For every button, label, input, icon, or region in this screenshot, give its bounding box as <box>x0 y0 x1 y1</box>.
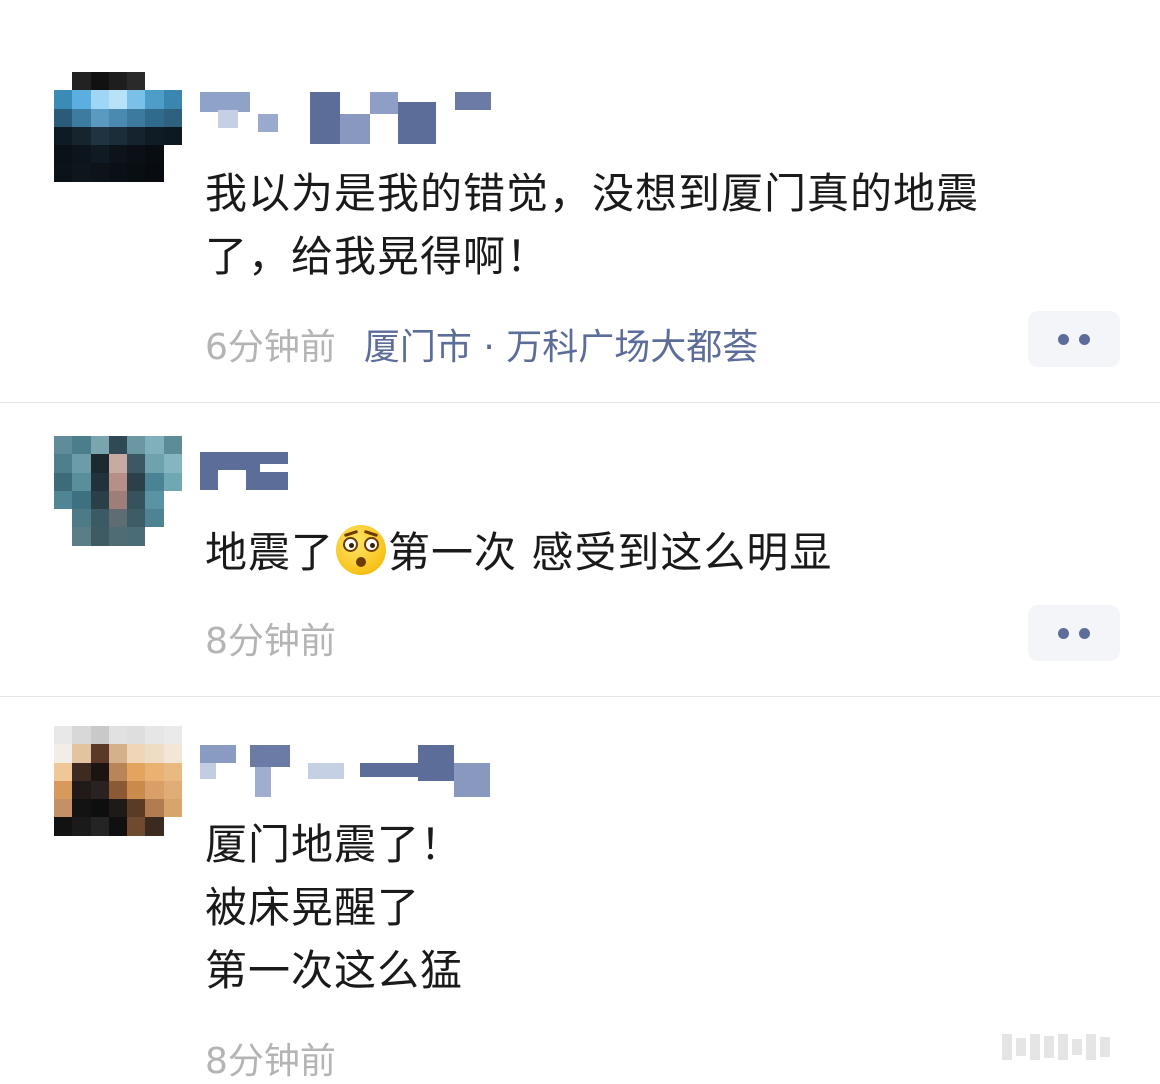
more-dots-icon <box>1079 334 1090 345</box>
more-dots-icon <box>1079 628 1090 639</box>
more-options-button[interactable] <box>1028 311 1120 367</box>
username-redacted[interactable] <box>200 92 500 144</box>
comment-meta: 8分钟前 <box>205 1032 336 1084</box>
comment-text-line: 厦门地震了！ <box>205 820 464 869</box>
comment-meta: 6分钟前 厦门市 · 万科广场大都荟 <box>205 318 758 370</box>
comment-text-line: 了，给我晃得啊！ <box>205 232 550 281</box>
comment-text-segment: 地震了 <box>205 528 335 577</box>
comment-feed: 我以为是我的错觉，没想到厦门真的地震 了，给我晃得啊！ 6分钟前 厦门市 · 万科… <box>0 0 1160 1082</box>
timestamp: 8分钟前 <box>205 1041 336 1082</box>
avatar[interactable] <box>54 726 182 854</box>
comment-meta: 8分钟前 <box>205 612 336 664</box>
username-redacted[interactable] <box>200 452 500 504</box>
comment-text: 地震了 第一次 感受到这么明显 <box>205 521 1090 584</box>
comment-text-line: 第一次这么猛 <box>205 946 464 995</box>
username-redacted[interactable] <box>200 745 500 797</box>
more-dots-icon <box>1058 628 1069 639</box>
avatar[interactable] <box>54 436 182 564</box>
more-dots-icon <box>1058 334 1069 345</box>
timestamp: 8分钟前 <box>205 621 336 662</box>
more-options-button[interactable] <box>1028 605 1120 661</box>
divider <box>0 696 1160 697</box>
comment-text-segment: 第一次 感受到这么明显 <box>388 528 833 577</box>
comment-text: 我以为是我的错觉，没想到厦门真的地震 了，给我晃得啊！ <box>205 162 1090 288</box>
divider <box>0 402 1160 403</box>
location-link[interactable]: 厦门市 · 万科广场大都荟 <box>364 327 758 368</box>
comment-text-line: 我以为是我的错觉，没想到厦门真的地震 <box>205 169 980 218</box>
comment-text-line: 地震了 第一次 感受到这么明显 <box>205 521 1090 584</box>
comment-text-line: 被床晃醒了 <box>205 883 421 932</box>
avatar[interactable] <box>54 72 182 200</box>
watermark <box>1002 1026 1142 1068</box>
comment-text: 厦门地震了！ 被床晃醒了 第一次这么猛 <box>205 813 1090 1002</box>
shocked-face-emoji <box>336 525 387 575</box>
timestamp: 6分钟前 <box>205 327 336 368</box>
